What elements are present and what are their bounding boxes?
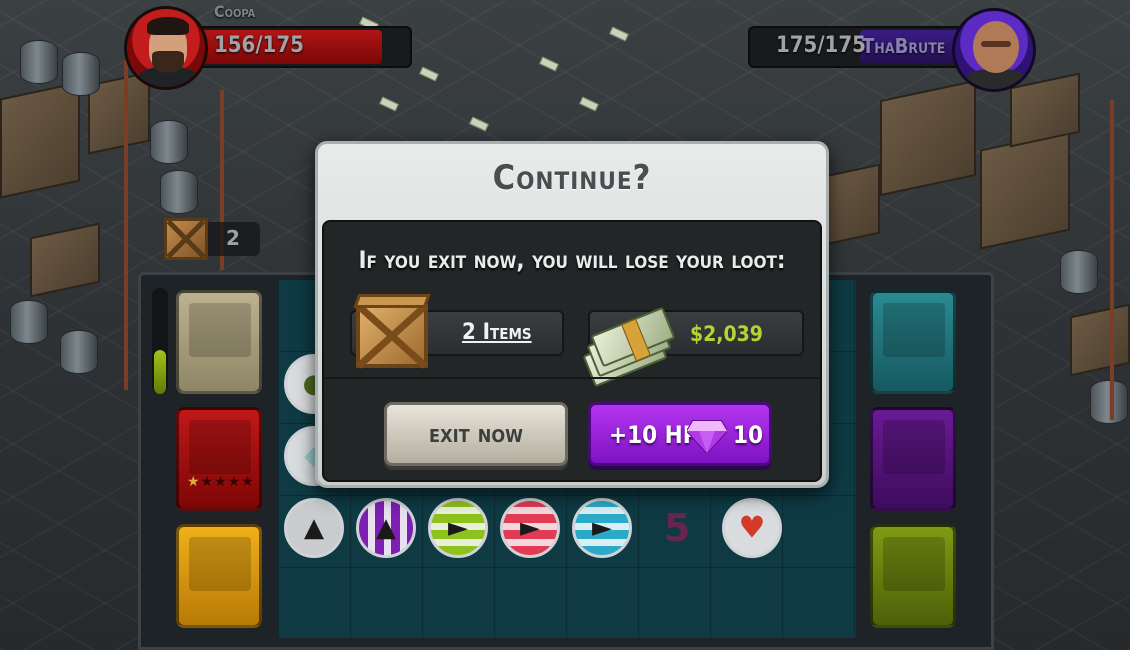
opponent-card-slot <box>870 407 956 511</box>
bullet-tile[interactable]: ► <box>500 498 560 558</box>
crate-icon <box>352 294 432 372</box>
avatar-hair <box>147 17 189 35</box>
star-icon: ★ <box>227 474 242 490</box>
scene-crate <box>820 163 880 247</box>
scene-cash <box>469 116 489 132</box>
scene-barrel <box>150 120 188 164</box>
buy-hp-button[interactable]: +10 HP 10 <box>588 402 772 466</box>
scene-shelf-post <box>1110 100 1114 420</box>
scene-crate <box>880 79 976 197</box>
bullet-icon: ▲ <box>376 513 396 543</box>
ability-card-slot[interactable] <box>176 524 262 628</box>
dialog-body: If you exit now, you will lose your loot… <box>322 220 822 482</box>
ability-card-slot[interactable]: ★★★★★ <box>176 407 262 511</box>
buy-hp-cost: 10 <box>733 421 764 449</box>
loot-items-label[interactable]: 2 Items <box>462 320 532 345</box>
scene-crate <box>980 130 1070 250</box>
avatar-beard <box>152 51 184 73</box>
card-slot-inner <box>883 420 945 474</box>
heart-tile[interactable]: ♥ <box>722 498 782 558</box>
scene-barrel <box>62 52 100 96</box>
card-slot-inner <box>189 420 251 474</box>
player-avatar[interactable] <box>124 6 208 90</box>
bullet-tile[interactable]: ▲ <box>356 498 416 558</box>
opponent-hp-text: 175/175 <box>776 33 866 58</box>
buy-hp-label: +10 HP <box>609 421 699 449</box>
scene-barrel <box>1060 250 1098 294</box>
loot-crate-count: 2 <box>226 226 240 250</box>
avatar-brow <box>981 41 1011 47</box>
card-slot-inner <box>883 537 945 591</box>
opponent-name: ThaBrute <box>862 34 946 58</box>
scene-cash <box>379 96 399 112</box>
scene-shelf-post <box>124 60 128 390</box>
card-star-rating: ★★★★★ <box>187 474 255 490</box>
scene-barrel <box>160 170 198 214</box>
star-icon: ★ <box>187 474 201 490</box>
bullet-tile[interactable]: ▲ <box>284 498 344 558</box>
ability-card-slot[interactable] <box>176 290 262 394</box>
bullet-tile[interactable]: ► <box>572 498 632 558</box>
continue-dialog: Continue? If you exit now, you will lose… <box>315 141 829 488</box>
bullet-tile[interactable]: ► <box>428 498 488 558</box>
crate-top <box>353 294 431 308</box>
bullet-icon: ► <box>448 513 468 543</box>
cash-stack-icon <box>580 302 676 388</box>
crate-icon <box>164 218 208 260</box>
loot-cash-amount: $2,039 <box>690 322 763 346</box>
scene-cash <box>419 66 439 82</box>
bullet-icon: ► <box>592 513 612 543</box>
loot-crate-counter: 2 <box>164 218 260 260</box>
bullet-icon: ► <box>520 513 540 543</box>
opponent-card-slot <box>870 290 956 394</box>
exit-now-button[interactable]: exit now <box>384 402 568 466</box>
bullet-icon: ▲ <box>304 513 324 543</box>
purple-gem-icon <box>687 420 727 453</box>
scene-crate <box>30 222 100 298</box>
scene-barrel <box>20 40 58 84</box>
loot-warning-text: If you exit now, you will lose your loot… <box>358 246 786 274</box>
scene-cash <box>609 26 629 42</box>
opponent-card-slot <box>870 524 956 628</box>
scene-barrel <box>60 330 98 374</box>
card-slot-inner <box>189 537 251 591</box>
scene-barrel <box>10 300 48 344</box>
player-hp-text: 156/175 <box>214 33 304 58</box>
player-name: Coopa <box>214 2 256 21</box>
tile-count-number: 5 <box>664 506 691 550</box>
dialog-title: Continue? <box>492 158 652 198</box>
power-meter <box>152 288 168 394</box>
opponent-avatar[interactable] <box>952 8 1036 92</box>
scene-crate <box>0 81 80 199</box>
star-icon: ★ <box>214 474 228 490</box>
card-slot-inner <box>883 303 945 357</box>
star-icon: ★ <box>200 474 215 490</box>
scene-cash <box>539 56 559 72</box>
crate-face <box>356 304 428 368</box>
scene-barrel <box>1090 380 1128 424</box>
star-icon: ★ <box>241 474 255 490</box>
power-meter-fill <box>154 350 166 394</box>
card-slot-inner <box>189 303 251 357</box>
scene-cash <box>579 96 599 112</box>
dialog-divider <box>324 377 820 379</box>
avatar-face <box>973 21 1019 73</box>
heart-icon: ♥ <box>738 510 766 546</box>
exit-now-label: exit now <box>429 419 523 449</box>
scene-crate <box>1070 303 1130 377</box>
